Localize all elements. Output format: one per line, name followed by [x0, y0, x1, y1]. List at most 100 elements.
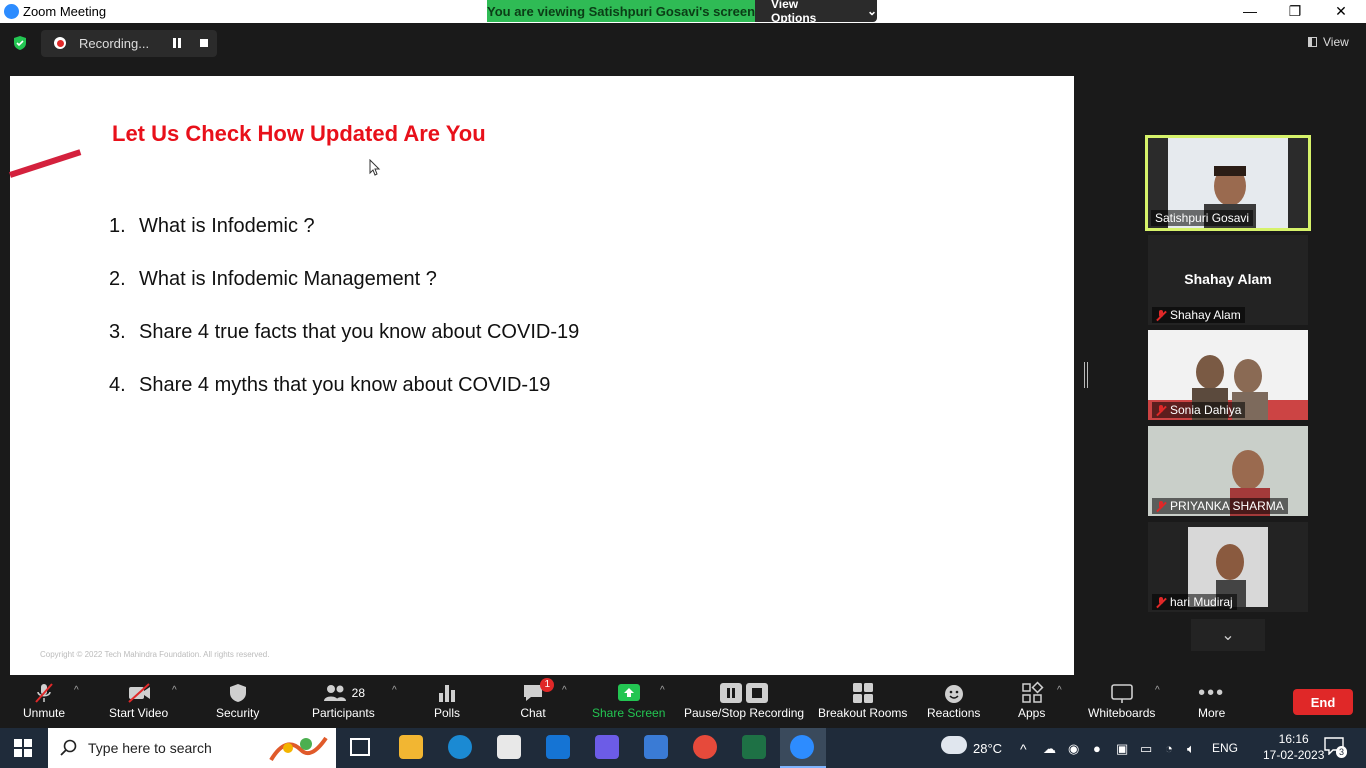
audio-options-caret[interactable]: ^: [74, 685, 79, 696]
microphone-muted-icon: [35, 683, 53, 703]
laptop-app-icon[interactable]: [644, 735, 668, 759]
maximize-button[interactable]: ❐: [1272, 0, 1318, 22]
taskbar-search-input[interactable]: Type here to search: [48, 728, 336, 768]
mic-muted-icon: [1156, 500, 1166, 512]
slide-question: 2. What is Infodemic Management ?: [109, 268, 437, 290]
video-options-caret[interactable]: ^: [172, 685, 177, 696]
participant-name: Shahay Alam: [1152, 307, 1245, 323]
excel-icon[interactable]: [742, 735, 766, 759]
microphone-in-use-icon[interactable]: ●: [1093, 741, 1101, 756]
share-options-caret[interactable]: ^: [660, 685, 665, 696]
participant-center-name: Shahay Alam: [1184, 271, 1272, 287]
screen-share-banner: You are viewing Satishpuri Gosavi's scre…: [487, 0, 877, 25]
unmute-button[interactable]: Unmute: [23, 680, 65, 720]
close-button[interactable]: ✕: [1318, 0, 1364, 22]
whiteboards-button[interactable]: Whiteboards: [1088, 680, 1155, 720]
slide-copyright: Copyright © 2022 Tech Mahindra Foundatio…: [40, 650, 270, 659]
record-icon: [54, 37, 66, 49]
start-video-label: Start Video: [109, 706, 169, 720]
panel-resize-handle[interactable]: [1084, 362, 1088, 388]
search-highlight-illustration: [269, 736, 328, 762]
share-banner-message: You are viewing Satishpuri Gosavi's scre…: [487, 0, 755, 22]
shield-icon[interactable]: [12, 35, 28, 51]
participant-tile[interactable]: Shahay Alam Shahay Alam: [1148, 235, 1308, 325]
cloud-sync-icon[interactable]: ☁: [1043, 741, 1056, 757]
power-automate-icon[interactable]: [595, 735, 619, 759]
participant-tile[interactable]: hari Mudiraj: [1148, 522, 1308, 612]
chat-options-caret[interactable]: ^: [562, 685, 567, 696]
participant-name: Sonia Dahiya: [1152, 402, 1246, 418]
battery-icon[interactable]: ▭: [1140, 741, 1152, 757]
notification-center-button[interactable]: 3: [1324, 737, 1348, 758]
mail-icon[interactable]: [546, 735, 570, 759]
show-hidden-icons-chevron[interactable]: ^: [1020, 741, 1027, 757]
stop-recording-button[interactable]: [200, 39, 208, 47]
task-view-icon[interactable]: [350, 738, 370, 756]
chat-unread-badge: 1: [540, 678, 554, 692]
participant-tile[interactable]: Sonia Dahiya: [1148, 330, 1308, 420]
microsoft-store-icon[interactable]: [497, 735, 521, 759]
apps-label: Apps: [1018, 706, 1046, 720]
share-screen-label: Share Screen: [592, 706, 666, 720]
participant-name: hari Mudiraj: [1152, 594, 1237, 610]
share-screen-button[interactable]: Share Screen: [592, 680, 665, 720]
clock-date: 17-02-2023: [1263, 748, 1325, 762]
reactions-label: Reactions: [927, 706, 981, 720]
windows-start-icon[interactable]: [14, 739, 32, 757]
zoom-taskbar-button[interactable]: [780, 728, 826, 768]
chevron-down-icon: ⌄: [866, 4, 877, 18]
search-icon: [60, 739, 77, 756]
participants-options-caret[interactable]: ^: [392, 685, 397, 696]
end-meeting-button[interactable]: End: [1293, 689, 1353, 715]
more-button[interactable]: ••• More: [1198, 680, 1226, 721]
unmute-label: Unmute: [23, 706, 66, 720]
mic-muted-icon: [1156, 404, 1166, 416]
view-options-button[interactable]: View Options ⌄: [755, 0, 877, 25]
polls-button[interactable]: Polls: [434, 680, 460, 720]
breakout-rooms-button[interactable]: Breakout Rooms: [818, 680, 907, 720]
video-off-icon: [127, 683, 150, 703]
chrome-browser-icon[interactable]: [693, 735, 717, 759]
minimize-button[interactable]: —: [1227, 0, 1273, 22]
input-language[interactable]: ENG: [1212, 741, 1238, 755]
breakout-rooms-label: Breakout Rooms: [818, 706, 908, 720]
zoom-app-icon: [790, 735, 814, 759]
mouse-cursor-icon: [369, 159, 381, 176]
notification-count-badge: 3: [1336, 746, 1348, 758]
reactions-button[interactable]: Reactions: [927, 680, 980, 720]
participants-button[interactable]: 28 Participants: [312, 680, 375, 720]
window-titlebar: Zoom Meeting You are viewing Satishpuri …: [0, 0, 1366, 25]
chat-button[interactable]: 1 Chat: [520, 678, 554, 720]
weather-cloud-icon[interactable]: [941, 736, 967, 754]
weather-temperature[interactable]: 28°C: [973, 741, 1002, 756]
whiteboards-label: Whiteboards: [1088, 706, 1156, 720]
more-dots-icon: •••: [1198, 681, 1226, 704]
participants-icon: 28: [322, 680, 365, 706]
participant-tile[interactable]: PRIYANKA SHARMA: [1148, 426, 1308, 516]
pause-recording-button[interactable]: [173, 38, 183, 48]
apps-options-caret[interactable]: ^: [1057, 685, 1062, 696]
share-screen-icon: [617, 684, 640, 701]
security-button[interactable]: Security: [216, 680, 259, 720]
scroll-participants-down-button[interactable]: ⌄: [1191, 619, 1265, 651]
participant-tile-active-speaker[interactable]: Satishpuri Gosavi: [1145, 135, 1311, 231]
view-button[interactable]: View: [1308, 35, 1349, 49]
taskbar-clock[interactable]: 16:16 17-02-2023: [1263, 731, 1324, 763]
participant-name: Satishpuri Gosavi: [1151, 210, 1254, 226]
file-explorer-icon[interactable]: [399, 735, 423, 759]
apps-icon: [1021, 681, 1044, 703]
slide-question: 3. Share 4 true facts that you know about…: [109, 321, 580, 343]
edge-browser-icon[interactable]: [448, 735, 472, 759]
pause-stop-recording-button[interactable]: Pause/Stop Recording: [684, 680, 804, 720]
screen-capture-icon[interactable]: ▣: [1116, 741, 1128, 757]
mic-muted-icon: [1156, 596, 1166, 608]
apps-button[interactable]: Apps: [1018, 680, 1045, 720]
whiteboards-options-caret[interactable]: ^: [1155, 685, 1160, 696]
start-video-button[interactable]: Start Video: [109, 680, 168, 720]
camera-in-use-icon[interactable]: ◉: [1068, 741, 1079, 757]
clock-time: 16:16: [1278, 732, 1309, 746]
polls-icon: [439, 685, 455, 702]
chat-label: Chat: [520, 706, 546, 720]
volume-icon[interactable]: 🔈︎: [1187, 741, 1195, 757]
network-icon[interactable]: ◔: [1165, 741, 1173, 756]
